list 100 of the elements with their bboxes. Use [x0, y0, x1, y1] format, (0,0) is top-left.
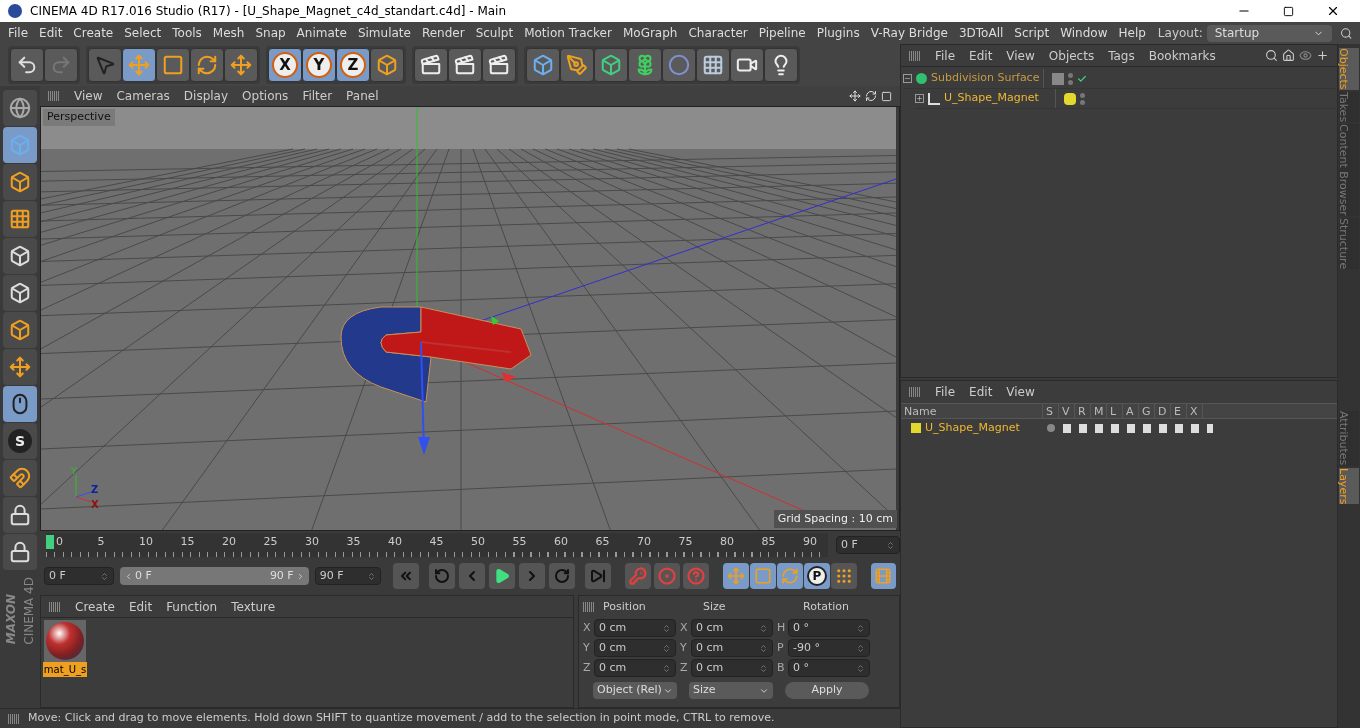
orbit-icon[interactable] [865, 90, 877, 102]
tool-button[interactable] [696, 48, 730, 82]
record-button[interactable] [653, 563, 680, 589]
coordinate-field[interactable]: 0 ° [788, 619, 870, 637]
key-filter-button[interactable] [749, 563, 776, 589]
menu-item[interactable]: Snap [255, 24, 286, 42]
material-menu-item[interactable]: Edit [128, 597, 153, 616]
spinner-arrows-icon[interactable] [759, 643, 768, 653]
menu-item[interactable]: Script [1014, 24, 1050, 42]
layers-menu-item[interactable]: File [935, 383, 956, 401]
menu-item[interactable]: Window [1060, 24, 1108, 42]
tool-button[interactable] [560, 48, 594, 82]
coordinate-field[interactable]: -90 ° [788, 639, 870, 657]
start-frame-field[interactable]: 0 F [44, 567, 114, 585]
spinner-arrows-icon[interactable] [759, 663, 768, 673]
tool-button[interactable] [764, 48, 798, 82]
menu-item[interactable]: Edit [39, 24, 63, 42]
material-menu-item[interactable]: Texture [231, 597, 276, 616]
axis-lock-button[interactable]: Y [302, 48, 336, 82]
tool-button[interactable] [628, 48, 662, 82]
viewport-menu-item[interactable]: View [74, 87, 103, 105]
object-row[interactable]: U_Shape_Magnet [915, 89, 1335, 109]
menu-item[interactable]: MoGraph [622, 24, 678, 42]
viewport-menu-item[interactable]: Filter [302, 87, 333, 105]
coordinate-field[interactable]: 0 ° [788, 659, 870, 677]
maximize-view-icon[interactable] [881, 90, 892, 102]
coordinate-field[interactable]: 0 cm [691, 659, 773, 677]
tool-button[interactable] [730, 48, 764, 82]
spinner-arrows-icon[interactable] [662, 663, 671, 673]
layers-menu-item[interactable]: View [1006, 383, 1035, 401]
menu-item[interactable]: Motion Tracker [524, 24, 612, 42]
coordinate-field[interactable]: 0 cm [594, 619, 676, 637]
tool-button[interactable] [122, 48, 156, 82]
menu-item[interactable]: Mesh [212, 24, 245, 42]
objects-menu-item[interactable]: View [1006, 46, 1035, 65]
material-swatch[interactable] [44, 620, 86, 662]
axis-lock-button[interactable]: Z [336, 48, 370, 82]
tool-button[interactable] [156, 48, 190, 82]
viewport-menu-item[interactable]: Panel [346, 87, 379, 105]
apply-button[interactable]: Apply [785, 682, 869, 699]
material-menu-item[interactable]: Function [166, 597, 218, 616]
viewport-menu-item[interactable]: Display [183, 87, 229, 105]
tool-button[interactable] [10, 48, 44, 82]
tool-button[interactable] [448, 48, 482, 82]
pan-icon[interactable] [849, 90, 861, 102]
layout-dropdown[interactable]: Startup [1206, 24, 1332, 42]
layer-row[interactable]: U_Shape_Magnet [901, 419, 1337, 437]
menu-item[interactable]: 3DToAll [958, 24, 1004, 42]
tool-button[interactable] [3, 497, 37, 533]
objects-menu-item[interactable]: Bookmarks [1148, 46, 1216, 65]
object-row[interactable]: Subdivision Surface [903, 69, 1335, 89]
menu-item[interactable]: Pipeline [758, 24, 806, 42]
tool-button[interactable] [190, 48, 224, 82]
timeline-ruler[interactable]: 0 5 10 15 20 25 30 35 40 45 50 55 60 65 70 75 80 85 90 [46, 533, 828, 557]
material-menu-item[interactable]: Create [75, 597, 115, 616]
menu-item[interactable]: Simulate [357, 24, 411, 42]
key-filter-button[interactable] [776, 563, 803, 589]
menu-item[interactable]: Create [73, 24, 114, 42]
home-icon[interactable] [1282, 49, 1295, 62]
mode-dropdown[interactable]: Size [689, 682, 773, 699]
menu-item[interactable]: Help [1118, 24, 1146, 42]
current-frame-field[interactable]: 0 F [836, 536, 900, 554]
menu-item[interactable]: Select [124, 24, 162, 42]
spinner-arrows-icon[interactable] [856, 623, 865, 633]
coordinate-field[interactable]: 0 cm [594, 639, 676, 657]
spinner-arrows-icon[interactable] [856, 643, 865, 653]
tool-button[interactable]: S [3, 423, 37, 459]
record-button[interactable] [682, 563, 709, 589]
key-filter-button[interactable] [722, 563, 749, 589]
coordinate-field[interactable]: 0 cm [594, 659, 676, 677]
key-filter-button[interactable] [830, 563, 857, 589]
spinner-arrows-icon[interactable] [662, 643, 671, 653]
viewport-menu-item[interactable]: Cameras [116, 87, 170, 105]
timeline-button[interactable] [870, 563, 896, 589]
objects-menu-item[interactable]: File [935, 46, 956, 65]
spinner-arrows-icon[interactable] [662, 623, 671, 633]
tool-button[interactable] [3, 386, 37, 422]
menu-item[interactable]: Animate [296, 24, 347, 42]
tool-button[interactable] [3, 534, 37, 570]
spinner-arrows-icon[interactable] [759, 623, 768, 633]
tool-button[interactable] [3, 238, 37, 274]
viewport-menu-item[interactable]: Options [242, 87, 289, 105]
menu-item[interactable]: File [8, 24, 29, 42]
close-icon[interactable] [1326, 4, 1340, 18]
coordinate-field[interactable]: 0 cm [691, 639, 773, 657]
menu-item[interactable]: Sculpt [475, 24, 514, 42]
tool-button[interactable] [414, 48, 448, 82]
tool-button[interactable] [594, 48, 628, 82]
coordinate-field[interactable]: 0 cm [691, 619, 773, 637]
layers-menu-item[interactable]: Edit [969, 383, 993, 401]
end-frame-field[interactable]: 90 F [314, 567, 381, 585]
key-filter-button[interactable]: P [803, 563, 830, 589]
tool-button[interactable] [3, 275, 37, 311]
record-button[interactable] [624, 563, 651, 589]
tool-button[interactable] [370, 48, 404, 82]
tool-button[interactable] [526, 48, 560, 82]
axis-lock-button[interactable]: X [268, 48, 302, 82]
objects-menu-item[interactable]: Tags [1108, 46, 1135, 65]
tool-button[interactable] [224, 48, 258, 82]
spinner-arrows-icon[interactable] [100, 571, 109, 581]
